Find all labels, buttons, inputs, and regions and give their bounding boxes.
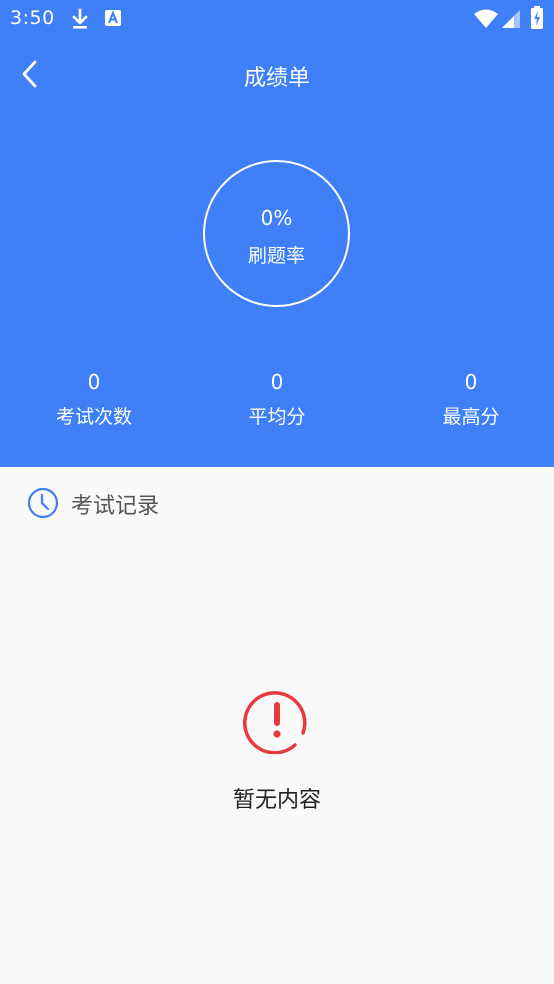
stat-label: 平均分 — [248, 406, 306, 428]
progress-value: 0% — [260, 206, 293, 230]
download-icon — [70, 8, 90, 34]
stat-average-score: 0 平均分 — [207, 368, 347, 430]
progress-ring: 0% 刷题率 — [203, 160, 350, 307]
empty-state-text: 暂无内容 — [232, 788, 321, 813]
battery-charging-icon — [530, 6, 544, 34]
stat-exam-count: 0 考试次数 — [24, 368, 164, 430]
exam-records-title: 考试记录 — [71, 494, 160, 519]
empty-state: 暂无内容 — [0, 686, 554, 814]
exam-records-header: 考试记录 — [0, 467, 554, 539]
page-title: 成绩单 — [243, 66, 310, 91]
signal-icon — [502, 10, 520, 32]
stat-label: 考试次数 — [55, 406, 132, 428]
app-bar: 成绩单 — [0, 38, 554, 110]
status-bar: 3:50 — [0, 0, 554, 38]
stat-value: 0 — [464, 370, 478, 394]
stat-value: 0 — [87, 370, 101, 394]
progress-label: 刷题率 — [247, 245, 305, 267]
clock-icon — [27, 487, 59, 519]
wifi-icon — [474, 9, 498, 33]
stat-value: 0 — [270, 370, 284, 394]
alert-icon — [243, 691, 307, 754]
status-time: 3:50 — [10, 7, 55, 29]
stat-label: 最高分 — [442, 406, 500, 428]
a-notification-icon — [104, 8, 122, 32]
stat-highest-score: 0 最高分 — [401, 368, 541, 430]
header-panel: 3:50 成绩单 0% 刷题率 0 考试次数 0 平均分 0 最高分 — [0, 0, 554, 467]
